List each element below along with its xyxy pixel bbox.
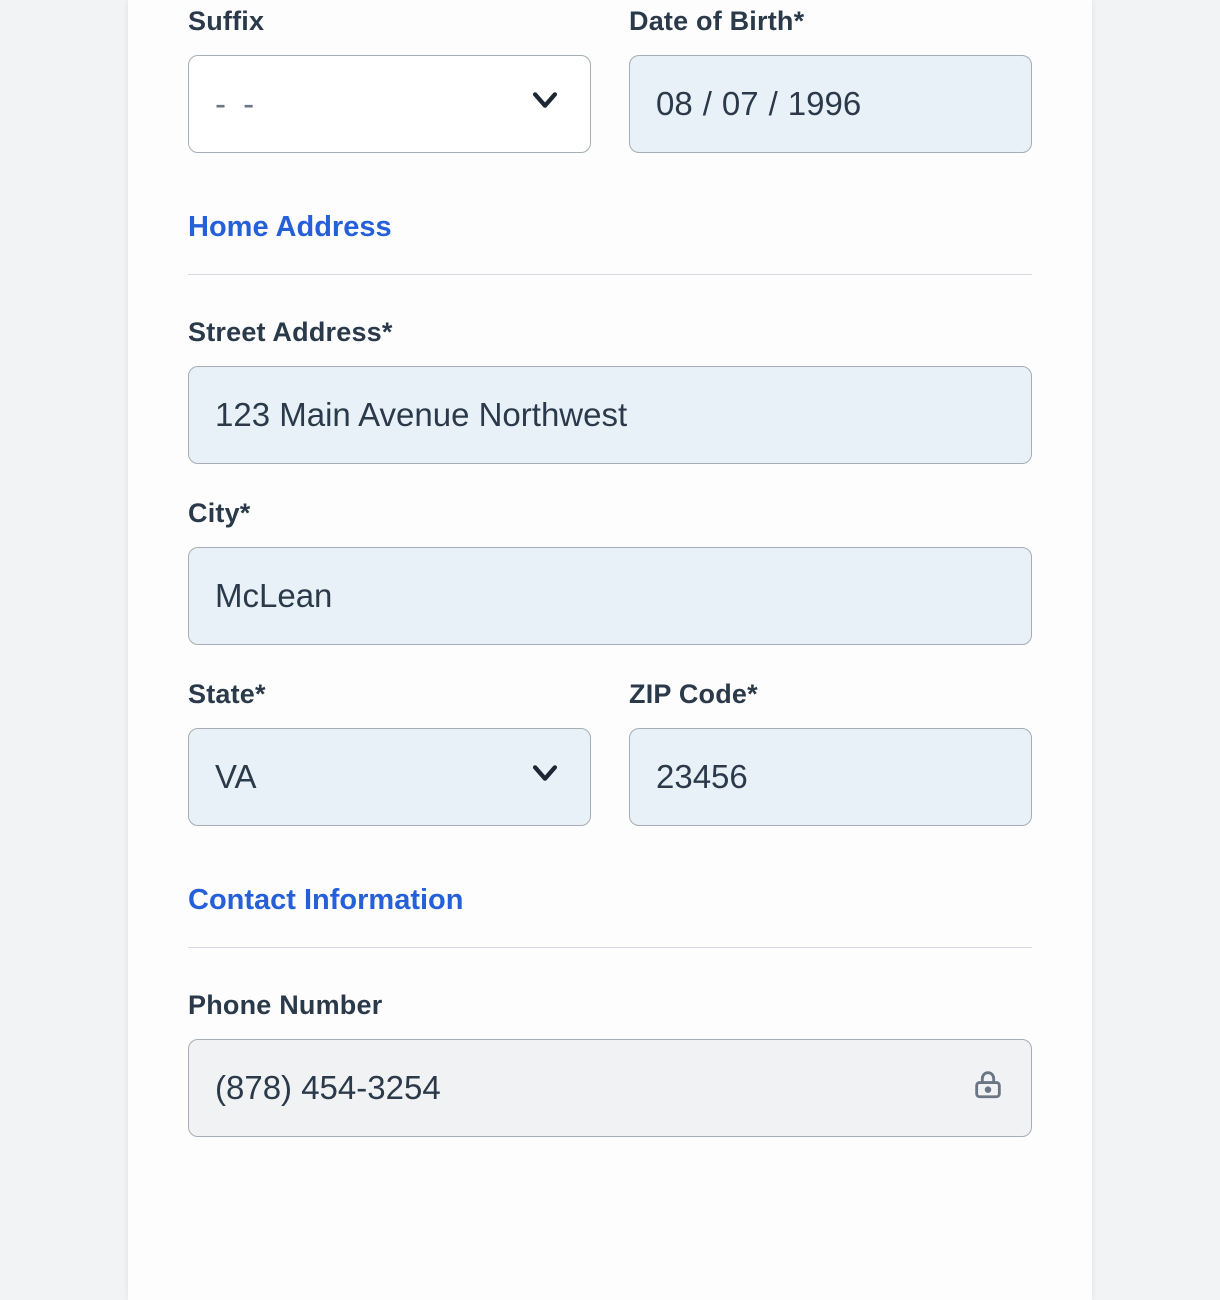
suffix-select[interactable]: - -: [188, 55, 591, 153]
suffix-dob-row: Suffix - - Date of Birth* 08 / 07 / 1996: [188, 6, 1032, 153]
home-address-title: Home Address: [188, 211, 1032, 244]
chevron-down-icon: [528, 756, 562, 798]
state-field: State* VA: [188, 679, 591, 826]
state-select[interactable]: VA: [188, 728, 591, 826]
dob-field: Date of Birth* 08 / 07 / 1996: [629, 6, 1032, 153]
zip-label: ZIP Code*: [629, 679, 1032, 710]
suffix-field: Suffix - -: [188, 6, 591, 153]
dob-sep-1: /: [693, 85, 722, 123]
state-label: State*: [188, 679, 591, 710]
zip-value: 23456: [656, 758, 748, 796]
dob-sep-2: /: [759, 85, 788, 123]
address-divider: [188, 274, 1032, 275]
city-input[interactable]: McLean: [188, 547, 1032, 645]
contact-divider: [188, 947, 1032, 948]
state-zip-row: State* VA ZIP Code* 23456: [188, 679, 1032, 826]
dob-label: Date of Birth*: [629, 6, 1032, 37]
zip-input[interactable]: 23456: [629, 728, 1032, 826]
state-value: VA: [215, 758, 257, 796]
dob-input[interactable]: 08 / 07 / 1996: [629, 55, 1032, 153]
phone-value: (878) 454-3254: [215, 1069, 441, 1107]
chevron-down-icon: [528, 83, 562, 125]
phone-input: (878) 454-3254: [188, 1039, 1032, 1137]
zip-field: ZIP Code* 23456: [629, 679, 1032, 826]
dob-day: 07: [722, 85, 759, 123]
lock-icon: [971, 1067, 1005, 1109]
street-value: 123 Main Avenue Northwest: [215, 396, 627, 434]
street-label: Street Address*: [188, 317, 1032, 348]
street-input[interactable]: 123 Main Avenue Northwest: [188, 366, 1032, 464]
street-field: Street Address* 123 Main Avenue Northwes…: [188, 317, 1032, 464]
city-label: City*: [188, 498, 1032, 529]
phone-label: Phone Number: [188, 990, 1032, 1021]
dob-year: 1996: [788, 85, 861, 123]
form-card: Suffix - - Date of Birth* 08 / 07 / 1996…: [128, 0, 1092, 1300]
suffix-placeholder: - -: [215, 85, 258, 123]
city-value: McLean: [215, 577, 332, 615]
dob-month: 08: [656, 85, 693, 123]
phone-field: Phone Number (878) 454-3254: [188, 990, 1032, 1137]
contact-info-title: Contact Information: [188, 884, 1032, 917]
city-field: City* McLean: [188, 498, 1032, 645]
suffix-label: Suffix: [188, 6, 591, 37]
